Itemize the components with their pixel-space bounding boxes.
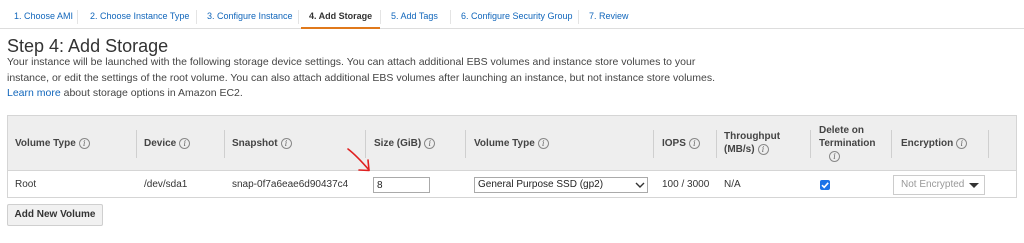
- tab-divider: [380, 10, 381, 24]
- size-input[interactable]: [373, 177, 430, 193]
- info-icon[interactable]: i: [179, 137, 191, 149]
- header-label: Snapshot: [232, 138, 278, 149]
- info-icon[interactable]: i: [956, 137, 968, 149]
- header-label: Encryption: [901, 138, 954, 149]
- tab-configure-security-group[interactable]: 6. Configure Security Group: [453, 3, 581, 29]
- delete-on-termination-checkbox[interactable]: [820, 180, 830, 190]
- tab-divider: [450, 10, 451, 24]
- cell-device: /dev/sda1: [144, 179, 188, 190]
- tab-add-storage[interactable]: 4. Add Storage: [301, 3, 381, 29]
- header-snapshot: Snapshot i: [232, 137, 292, 150]
- description-text: Your instance will be launched with the …: [7, 56, 716, 84]
- tab-configure-instance[interactable]: 3. Configure Instance: [199, 3, 301, 29]
- tab-review[interactable]: 7. Review: [581, 3, 637, 29]
- header-label: Volume Type: [15, 138, 76, 149]
- tab-add-tags[interactable]: 5. Add Tags: [383, 3, 446, 29]
- header-throughput: Throughput (MB/s) i: [724, 130, 780, 156]
- header-iops: IOPS i: [662, 137, 700, 150]
- column-divider: [653, 130, 654, 158]
- column-divider: [136, 130, 137, 158]
- page-description: Your instance will be launched with the …: [7, 55, 737, 102]
- tab-choose-instance-type[interactable]: 2. Choose Instance Type: [82, 3, 197, 29]
- column-divider: [224, 130, 225, 158]
- column-divider: [716, 130, 717, 158]
- wizard-tabs: 1. Choose AMI 2. Choose Instance Type 3.…: [0, 3, 1024, 29]
- cell-volume-type: Root: [15, 179, 37, 190]
- storage-table: Volume Type i Device i Snapshot i Size (GiB…: [7, 115, 1017, 198]
- header-label: IOPS: [662, 138, 686, 149]
- header-label: Throughput: [724, 131, 781, 142]
- page-title: Step 4: Add Storage: [7, 36, 169, 56]
- header-label: Termination: [819, 138, 876, 149]
- column-divider: [810, 130, 811, 158]
- volume-type-select[interactable]: General Purpose SSD (gp2): [474, 177, 648, 193]
- info-icon[interactable]: i: [280, 137, 292, 149]
- column-divider: [465, 130, 466, 158]
- column-divider: [988, 130, 989, 158]
- cell-snapshot: snap-0f7a6eae6d90437c4: [232, 179, 349, 190]
- encryption-select[interactable]: Not Encrypted: [893, 175, 985, 195]
- header-label: (MB/s): [724, 144, 755, 155]
- info-icon[interactable]: i: [688, 137, 700, 149]
- learn-more-link[interactable]: Learn more: [7, 87, 61, 99]
- cell-iops: 100 / 3000: [662, 179, 710, 190]
- red-arrow-icon: [347, 148, 370, 172]
- tab-divider: [298, 10, 299, 24]
- checkbox-checked-icon: [821, 182, 829, 189]
- info-icon[interactable]: i: [424, 137, 436, 149]
- volume-type-selected: General Purpose SSD (gp2): [478, 179, 604, 190]
- encryption-selected: Not Encrypted: [901, 179, 965, 190]
- header-encryption: Encryption i: [901, 137, 968, 150]
- header-size: Size (GiB) i: [374, 137, 436, 150]
- header-device: Device i: [144, 137, 191, 150]
- description-tail: about storage options in Amazon EC2.: [60, 87, 243, 100]
- tab-divider: [196, 10, 197, 24]
- info-icon[interactable]: i: [78, 137, 90, 149]
- header-ebs-volume-type: Volume Type i: [474, 137, 549, 150]
- tab-divider: [578, 10, 579, 24]
- info-icon[interactable]: i: [537, 137, 549, 149]
- chevron-down-icon: [635, 182, 645, 188]
- column-divider: [891, 130, 892, 158]
- info-icon[interactable]: i: [829, 150, 840, 162]
- caret-down-icon: [969, 183, 979, 188]
- cell-throughput: N/A: [724, 179, 741, 190]
- tab-divider: [77, 10, 78, 24]
- add-new-volume-button[interactable]: Add New Volume: [7, 204, 103, 226]
- table-header: Volume Type i Device i Snapshot i Size (GiB…: [8, 116, 1016, 171]
- tab-choose-ami[interactable]: 1. Choose AMI: [6, 3, 81, 29]
- header-label: Size (GiB): [374, 138, 422, 149]
- header-label: Device: [144, 138, 177, 149]
- header-label: Volume Type: [474, 138, 535, 149]
- header-label: Delete on: [819, 125, 865, 136]
- header-delete-on-termination: Delete on Termination i: [819, 124, 875, 163]
- info-icon[interactable]: i: [757, 143, 769, 155]
- header-volume-type: Volume Type i: [15, 137, 90, 150]
